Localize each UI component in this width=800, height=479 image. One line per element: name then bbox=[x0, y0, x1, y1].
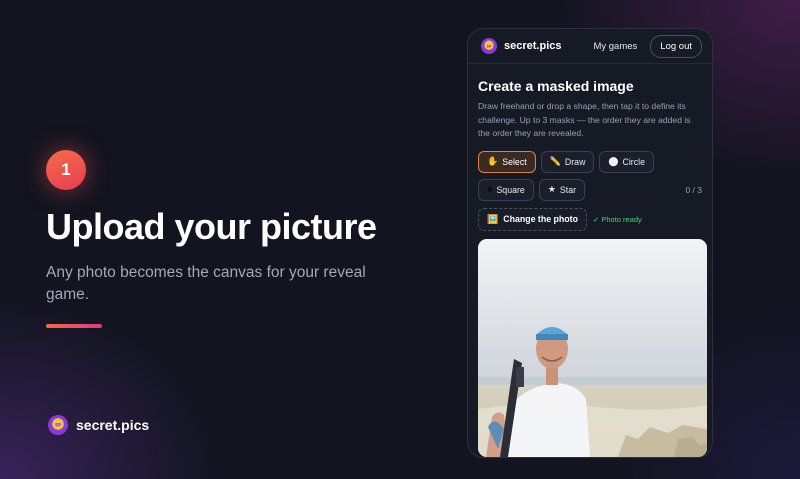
pencil-icon: ✏️ bbox=[549, 156, 561, 166]
circle-tool-button[interactable]: ⬤ Circle bbox=[599, 150, 654, 173]
select-tool-button[interactable]: ✋ Select bbox=[478, 150, 536, 173]
brand-footer: SP secret.pics bbox=[48, 415, 149, 435]
logout-button[interactable]: Log out bbox=[650, 34, 702, 58]
brand-name: secret.pics bbox=[76, 417, 150, 433]
hero-subtitle: Any photo becomes the canvas for your re… bbox=[46, 264, 366, 303]
draw-tool-button[interactable]: ✏️ Draw bbox=[540, 150, 595, 173]
app-brand[interactable]: SP secret.pics bbox=[481, 38, 561, 54]
tool-label: Circle bbox=[622, 156, 645, 167]
step-number-badge: 1 bbox=[46, 150, 86, 190]
change-photo-label: Change the photo bbox=[503, 214, 578, 224]
secret-pics-logo-icon: SP bbox=[481, 38, 497, 54]
tools-row-2: ■ Square ★ Star 0 / 3 bbox=[478, 178, 702, 201]
tool-label: Star bbox=[559, 184, 577, 195]
create-description: Draw freehand or drop a shape, then tap … bbox=[478, 101, 691, 138]
square-icon: ■ bbox=[487, 184, 493, 194]
change-photo-button[interactable]: 🖼️ Change the photo bbox=[478, 207, 587, 231]
app-header: SP secret.pics My games Log out bbox=[468, 29, 712, 64]
svg-text:SP: SP bbox=[55, 423, 61, 428]
hero-title: Upload your picture bbox=[46, 206, 377, 247]
phone-mockup: SP secret.pics My games Log out Create a… bbox=[467, 28, 713, 458]
my-games-link[interactable]: My games bbox=[593, 41, 637, 52]
accent-divider bbox=[46, 324, 102, 328]
tools-row-1: ✋ Select ✏️ Draw ⬤ Circle bbox=[478, 150, 702, 173]
tool-label: Square bbox=[496, 184, 525, 195]
square-tool-button[interactable]: ■ Square bbox=[478, 178, 534, 201]
photo-canvas[interactable] bbox=[478, 238, 707, 457]
tool-label: Select bbox=[502, 156, 527, 167]
create-title: Create a masked image bbox=[478, 78, 634, 94]
app-brand-name: secret.pics bbox=[504, 40, 562, 52]
star-tool-button[interactable]: ★ Star bbox=[538, 178, 586, 201]
svg-text:SP: SP bbox=[487, 44, 492, 48]
star-icon: ★ bbox=[547, 184, 556, 194]
tool-label: Draw bbox=[564, 156, 586, 167]
uploaded-photo bbox=[478, 238, 707, 457]
hand-icon: ✋ bbox=[487, 156, 499, 166]
picture-icon: 🖼️ bbox=[487, 213, 499, 224]
photo-ready-status: ✓ Photo ready bbox=[592, 214, 642, 224]
secret-pics-logo-icon: SP bbox=[48, 415, 68, 435]
mask-count: 0 / 3 bbox=[685, 184, 702, 195]
circle-icon: ⬤ bbox=[608, 156, 619, 166]
